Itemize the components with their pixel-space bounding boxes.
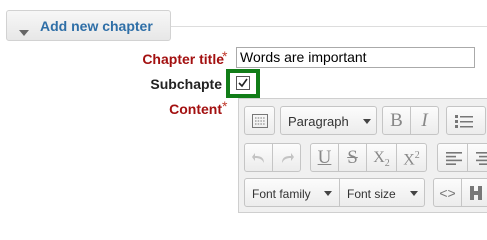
subscript-button[interactable]: X2: [366, 143, 397, 172]
font-family-select[interactable]: Font family: [244, 178, 340, 207]
chevron-down-icon[interactable]: [19, 28, 29, 38]
chapter-title-label: Chapter title: [142, 51, 224, 67]
align-left-button[interactable]: [437, 143, 468, 172]
font-size-value: Font size: [347, 187, 396, 201]
superscript-button[interactable]: X2: [396, 143, 427, 172]
italic-icon: I: [421, 110, 428, 131]
chapter-title-input[interactable]: Words are important: [236, 47, 475, 68]
paragraph-format-value: Paragraph: [288, 114, 349, 129]
chevron-down-icon: [410, 191, 418, 196]
subchapter-checkbox[interactable]: [236, 76, 250, 90]
italic-button[interactable]: I: [410, 106, 439, 135]
bullet-list-icon: [455, 115, 473, 128]
section-title-link[interactable]: Add new chapter: [40, 18, 153, 34]
undo-button[interactable]: [244, 143, 273, 172]
section-divider: [171, 26, 487, 27]
font-family-value: Font family: [252, 187, 311, 201]
bold-icon: B: [390, 110, 403, 131]
align-left-icon: [446, 152, 462, 165]
underline-button[interactable]: U: [310, 143, 339, 172]
redo-icon: [282, 153, 294, 163]
font-size-select[interactable]: Font size: [339, 178, 425, 207]
code-icon: <>: [439, 185, 456, 201]
toolbar-toggle-button[interactable]: [244, 106, 275, 135]
superscript-icon: X2: [403, 150, 420, 169]
strikethrough-icon: S: [347, 147, 358, 168]
bold-button[interactable]: B: [382, 106, 411, 135]
subscript-icon: X2: [373, 149, 390, 170]
subchapter-label: Subchapte: [150, 76, 222, 92]
html-editor-button[interactable]: [461, 178, 487, 207]
editor-toolbar: Paragraph B I U S X2 X2 Font family Font…: [238, 98, 487, 213]
required-marker: *: [222, 98, 228, 114]
chevron-down-icon: [324, 191, 332, 196]
align-center-button[interactable]: [467, 143, 487, 172]
strikethrough-button[interactable]: S: [338, 143, 367, 172]
content-label: Content: [169, 101, 222, 117]
checkmark-icon: [238, 78, 248, 88]
html-editor-icon: [470, 186, 482, 200]
undo-icon: [252, 153, 264, 163]
toolbar-toggle-icon: [252, 114, 268, 128]
html-source-button[interactable]: <>: [433, 178, 462, 207]
chevron-down-icon: [363, 119, 371, 124]
required-marker: *: [222, 48, 228, 64]
paragraph-format-select[interactable]: Paragraph: [280, 106, 377, 135]
bullet-list-button[interactable]: [446, 106, 486, 135]
align-center-icon: [476, 152, 487, 165]
redo-button[interactable]: [272, 143, 301, 172]
underline-icon: U: [317, 147, 332, 168]
